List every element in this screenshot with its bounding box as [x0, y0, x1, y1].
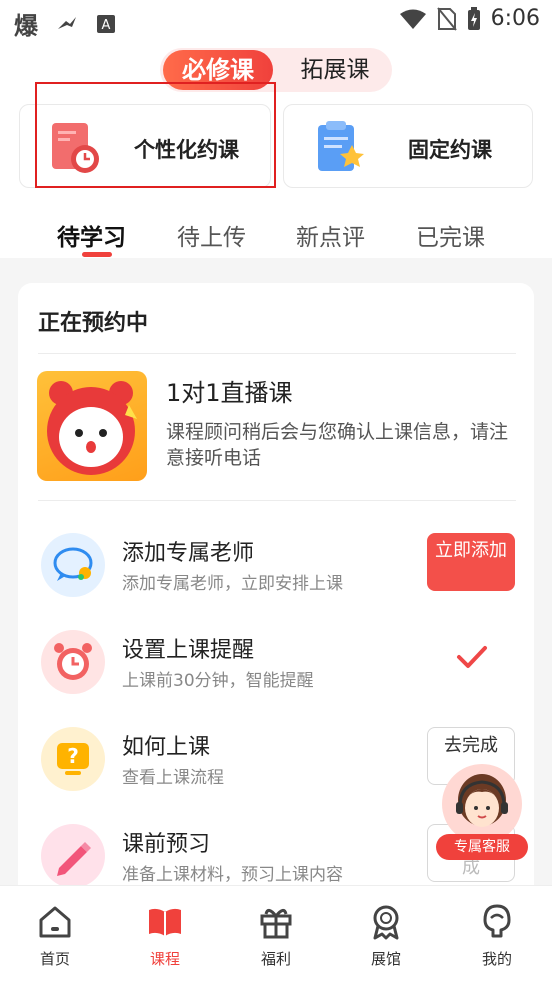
customer-service-float[interactable]: 专属客服: [436, 764, 528, 864]
status-right: 6:06: [399, 6, 540, 31]
medal-icon: [373, 905, 399, 940]
task-subtitle: 准备上课材料，预习上课内容: [122, 865, 343, 885]
no-sim-icon: [436, 6, 457, 31]
fixed-booking-label: 固定约课: [408, 138, 492, 162]
course-mascot-image: [37, 371, 147, 481]
status-bar: 爆 A 6:06: [0, 0, 552, 40]
nav-gallery[interactable]: 展馆: [351, 902, 421, 969]
nav-label: 首页: [39, 950, 70, 968]
pencil-icon: [41, 824, 105, 888]
mascot-illustration: [47, 381, 137, 475]
tab-new-review[interactable]: 新点评: [296, 218, 365, 252]
highlight-box: [35, 82, 276, 188]
nav-label: 我的: [481, 950, 512, 968]
tab-completed[interactable]: 已完课: [416, 218, 485, 252]
task-add-teacher: 添加专属老师 添加专属老师，立即安排上课 立即添加: [18, 533, 534, 613]
nav-label: 课程: [149, 950, 180, 968]
service-avatar: [442, 764, 522, 844]
nav-profile[interactable]: 我的: [462, 902, 532, 969]
nav-label: 展馆: [370, 950, 401, 968]
nav-benefits[interactable]: 福利: [241, 902, 311, 969]
go-complete-label: 去完成: [444, 735, 498, 756]
chat-bubble-icon: [41, 533, 105, 597]
task-title: 添加专属老师: [122, 541, 255, 566]
bird-icon: [58, 16, 76, 29]
add-now-button[interactable]: 立即添加: [427, 533, 515, 591]
checkmark-icon: [457, 646, 487, 668]
tab-extended-course[interactable]: 拓展课: [280, 50, 390, 90]
task-title: 如何上课: [122, 735, 211, 760]
task-title: 课前预习: [122, 832, 211, 857]
divider: [38, 353, 516, 354]
svg-text:?: ?: [67, 744, 79, 768]
status-time: 6:06: [490, 6, 540, 31]
status-left: 爆 A: [14, 6, 116, 41]
book-icon: [149, 908, 181, 936]
task-set-reminder: 设置上课提醒 上课前30分钟，智能提醒: [18, 630, 534, 710]
tab-to-upload[interactable]: 待上传: [177, 218, 246, 252]
course-title: 1对1直播课: [166, 379, 293, 407]
clipboard-star-icon: [318, 121, 364, 171]
alarm-clock-icon: [41, 630, 105, 694]
nav-home[interactable]: 首页: [20, 902, 90, 969]
course-description: 课程顾问稍后会与您确认上课信息，请注意接听电话: [166, 421, 509, 469]
section-title: 正在预约中: [38, 311, 149, 336]
tab-to-learn[interactable]: 待学习: [57, 218, 126, 252]
bottom-nav: 首页 课程 福利 展馆 我的: [0, 885, 552, 983]
battery-charging-icon: [467, 6, 480, 30]
nav-courses[interactable]: 课程: [130, 902, 200, 969]
task-title: 设置上课提醒: [122, 638, 255, 663]
divider: [38, 500, 516, 501]
fixed-booking-card[interactable]: 固定约课: [283, 104, 533, 188]
home-icon: [39, 906, 71, 938]
keyboard-a-icon: A: [97, 14, 115, 33]
status-app-glyph: 爆: [14, 12, 38, 40]
active-tab-indicator: [82, 252, 112, 257]
profile-icon: [483, 904, 511, 938]
service-label: 专属客服: [436, 834, 528, 860]
nav-label: 福利: [260, 950, 291, 968]
question-icon: ?: [41, 727, 105, 791]
svg-text:A: A: [102, 18, 111, 33]
task-subtitle: 添加专属老师，立即安排上课: [122, 574, 343, 594]
gift-icon: [260, 909, 292, 939]
wifi-icon: [399, 9, 426, 29]
add-now-label: 立即添加: [435, 540, 507, 561]
task-subtitle: 上课前30分钟，智能提醒: [122, 671, 314, 691]
task-subtitle: 查看上课流程: [122, 768, 224, 788]
